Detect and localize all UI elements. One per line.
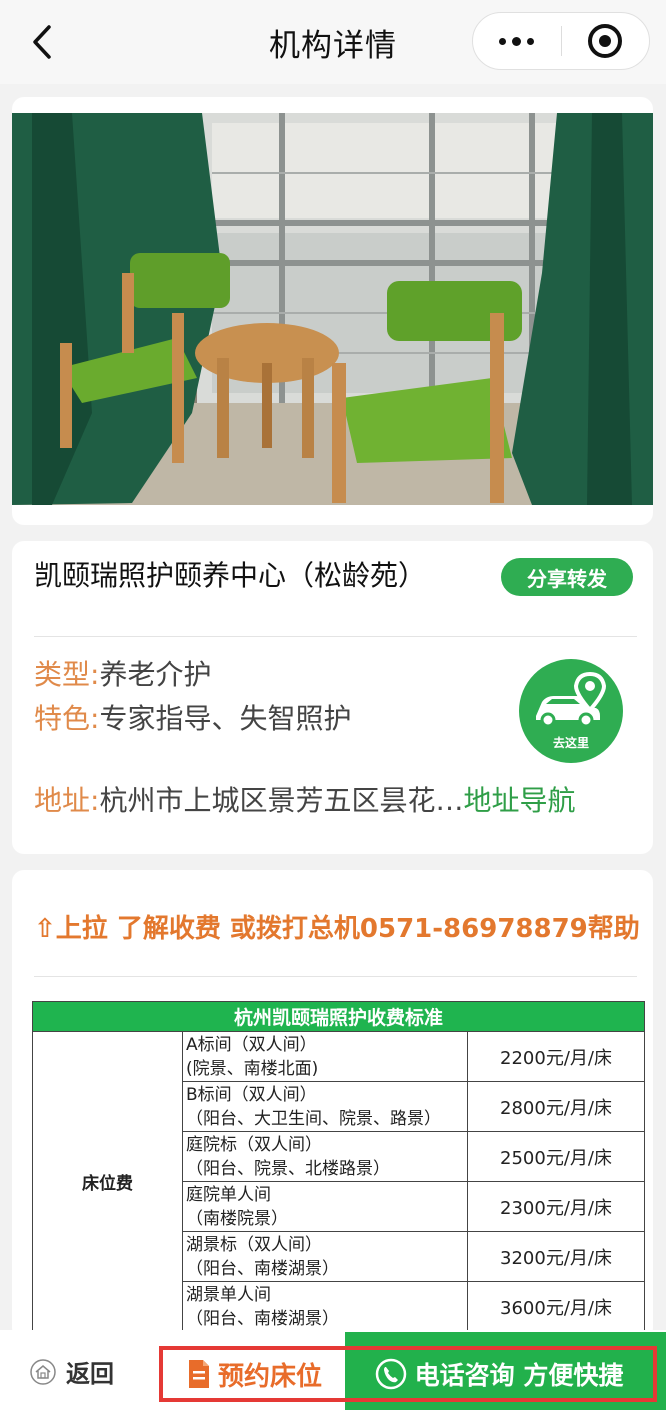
room-type-name: A标间（双人间） — [186, 1034, 317, 1055]
facility-photo[interactable] — [12, 113, 653, 505]
back-home-button[interactable]: 返回 — [30, 1354, 114, 1389]
room-price: 2800元/月/床 — [467, 1081, 645, 1132]
room-type-detail: （阳台、院景、北楼路景） — [186, 1158, 390, 1179]
target-close-icon — [588, 24, 623, 58]
top-nav-bar: 机构详情 — [0, 0, 666, 84]
room-price: 2200元/月/床 — [467, 1031, 645, 1082]
more-dots-icon — [499, 36, 535, 46]
fee-row: 床位费 A标间（双人间） (院景、南楼北面) 2200元/月/床 — [32, 1031, 645, 1332]
phone-consult-highlight: 电话咨询 方便快捷 — [345, 1346, 657, 1402]
book-bed-button[interactable]: 预约床位 — [159, 1346, 347, 1402]
car-location-icon — [536, 671, 607, 727]
back-label: 返回 — [66, 1360, 114, 1388]
home-icon — [30, 1358, 56, 1385]
fee-category: 床位费 — [32, 1031, 183, 1332]
fee-table: 杭州凯颐瑞照护收费标准 床位费 A标间（双人间） (院景、南楼北面) 2200元/月/… — [32, 1001, 645, 1332]
more-menu-button[interactable] — [473, 13, 561, 69]
room-price: 2300元/月/床 — [467, 1181, 645, 1232]
book-bed-label: 预约床位 — [217, 1361, 322, 1392]
pull-up-hint[interactable]: ⇧上拉 了解收费 或拨打总机0571-86978879帮助 — [34, 908, 640, 945]
room-type-cell: B标间（双人间） （阳台、大卫生间、院景、路景） — [182, 1081, 468, 1132]
room-type-name: B标间（双人间） — [186, 1084, 317, 1105]
fee-table-title: 杭州凯颐瑞照护收费标准 — [32, 1001, 645, 1032]
feature-label: 特色: — [34, 702, 100, 735]
page-title: 机构详情 — [269, 27, 397, 64]
feature-row: 特色:专家指导、失智照护 — [34, 701, 351, 737]
room-type-name: 湖景标（双人间） — [186, 1234, 322, 1255]
room-type-cell: A标间（双人间） (院景、南楼北面) — [182, 1031, 468, 1082]
room-type-cell: 湖景单人间 （阳台、南楼湖景） — [182, 1281, 468, 1332]
room-price: 2500元/月/床 — [467, 1131, 645, 1182]
room-price: 3200元/月/床 — [467, 1231, 645, 1282]
address-navigation-link[interactable]: 地址导航 — [463, 784, 575, 817]
room-type-detail: （阳台、南楼湖景） — [186, 1258, 339, 1279]
room-type-detail: (院景、南楼北面) — [186, 1058, 319, 1079]
go-here-label: 去这里 — [552, 735, 589, 750]
phone-consult-label: 电话咨询 方便快捷 — [414, 1361, 624, 1390]
org-info-card: 凯颐瑞照护颐养中心（松龄苑） 分享转发 类型:养老介护 特色:专家指导、失智照护… — [12, 541, 653, 854]
room-type-name: 庭院标（双人间） — [186, 1134, 322, 1155]
info-divider — [34, 636, 637, 637]
type-row: 类型:养老介护 — [34, 657, 211, 693]
room-price: 3600元/月/床 — [467, 1281, 645, 1332]
close-mini-program-button[interactable] — [562, 13, 650, 69]
go-here-button[interactable]: 去这里 — [519, 659, 623, 763]
room-type-detail: （阳台、南楼湖景） — [186, 1308, 339, 1329]
fee-standard-card: ⇧上拉 了解收费 或拨打总机0571-86978879帮助 杭州凯颐瑞照护收费标… — [12, 870, 653, 1340]
room-type-name: 湖景单人间 — [186, 1284, 271, 1305]
room-type-cell: 湖景标（双人间） （阳台、南楼湖景） — [182, 1231, 468, 1282]
phone-icon — [375, 1358, 406, 1390]
type-label: 类型: — [34, 658, 100, 691]
phone-consult-button[interactable]: 电话咨询 方便快捷 — [345, 1332, 666, 1410]
org-name: 凯颐瑞照护颐养中心（松龄苑） — [34, 559, 427, 592]
type-value: 养老介护 — [99, 658, 212, 691]
mini-program-capsule — [472, 12, 650, 70]
address-row: 地址:杭州市上城区景芳五区昙花…地址导航 — [34, 783, 575, 819]
room-type-detail: （南楼院景） — [186, 1208, 288, 1229]
fee-divider — [34, 976, 637, 977]
back-arrow-icon[interactable] — [22, 22, 62, 62]
bottom-action-bar: 返回 预约床位 电话咨询 方便快捷 — [0, 1330, 666, 1410]
address-label: 地址: — [34, 784, 100, 817]
room-type-cell: 庭院标（双人间） （阳台、院景、北楼路景） — [182, 1131, 468, 1182]
room-type-detail: （阳台、大卫生间、院景、路景） — [186, 1108, 441, 1129]
address-value: 杭州市上城区景芳五区昙花… — [99, 784, 464, 817]
feature-value: 专家指导、失智照护 — [99, 702, 352, 735]
room-type-cell: 庭院单人间 （南楼院景） — [182, 1181, 468, 1232]
photo-carousel-card — [12, 97, 653, 586]
room-type-name: 庭院单人间 — [186, 1184, 271, 1205]
share-button[interactable]: 分享转发 — [501, 558, 633, 596]
document-icon — [188, 1360, 209, 1388]
